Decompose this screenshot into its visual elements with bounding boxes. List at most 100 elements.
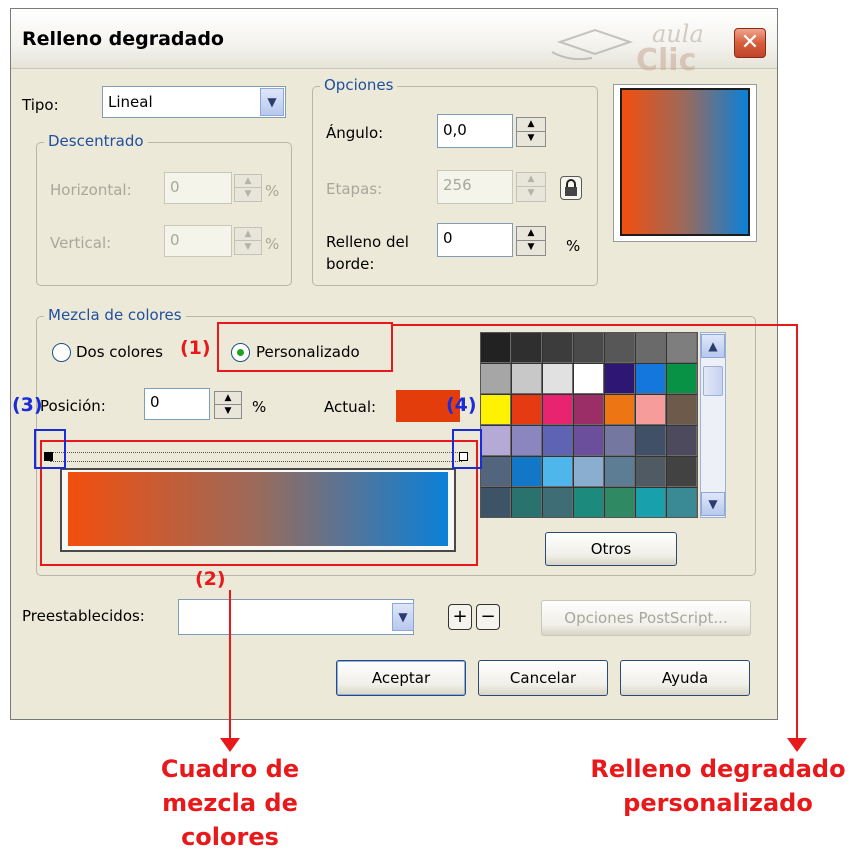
scroll-up-icon[interactable]: ▲ (701, 334, 725, 358)
etapas-spinner[interactable]: ▲ ▼ (516, 172, 546, 202)
palette-swatch[interactable] (605, 488, 635, 517)
vertical-unit: % (265, 235, 280, 253)
relleno-borde-label-2: borde: (326, 255, 375, 273)
caption-blend-line-2: colores (181, 823, 279, 851)
palette-swatch[interactable] (574, 395, 604, 425)
palette-swatch[interactable] (512, 395, 542, 425)
spin-down-icon[interactable]: ▼ (517, 241, 545, 255)
angulo-label: Ángulo: (326, 124, 384, 142)
aceptar-button[interactable]: Aceptar (336, 660, 466, 696)
palette-swatch[interactable] (543, 488, 573, 517)
descentrado-legend: Descentrado (44, 132, 148, 150)
palette-swatch[interactable] (605, 364, 635, 394)
palette-swatch[interactable] (543, 426, 573, 456)
ayuda-button[interactable]: Ayuda (620, 660, 750, 696)
lock-icon (565, 179, 577, 196)
horizontal-input[interactable]: 0 (164, 172, 232, 204)
spin-up-icon[interactable]: ▲ (517, 227, 545, 241)
angulo-input[interactable]: 0,0 (437, 114, 513, 148)
annotation-arrow-2 (220, 738, 240, 752)
postscript-options-button[interactable]: Opciones PostScript... (541, 600, 751, 636)
spin-down-icon[interactable]: ▼ (517, 187, 545, 201)
vertical-input[interactable]: 0 (164, 225, 232, 257)
spin-down-icon[interactable]: ▼ (517, 132, 545, 146)
palette-swatch[interactable] (667, 364, 697, 394)
palette-swatch[interactable] (481, 333, 511, 363)
palette-swatch[interactable] (667, 333, 697, 363)
angulo-spinner[interactable]: ▲ ▼ (516, 117, 546, 147)
preestablecidos-select[interactable] (178, 599, 414, 635)
spin-up-icon[interactable]: ▲ (235, 228, 261, 241)
palette-scrollbar[interactable] (700, 332, 726, 518)
opciones-legend: Opciones (320, 76, 398, 94)
palette-swatch[interactable] (605, 395, 635, 425)
spin-up-icon[interactable]: ▲ (517, 173, 545, 187)
descentrado-group (36, 142, 292, 286)
palette-swatch[interactable] (636, 395, 666, 425)
otros-button[interactable]: Otros (545, 532, 677, 566)
close-button[interactable]: ✕ (734, 28, 766, 58)
spin-up-icon[interactable]: ▲ (517, 118, 545, 132)
scroll-down-icon[interactable]: ▼ (701, 492, 725, 516)
palette-swatch[interactable] (667, 457, 697, 487)
palette-swatch[interactable] (636, 333, 666, 363)
palette-swatch[interactable] (481, 457, 511, 487)
posicion-spinner[interactable]: ▲ ▼ (214, 391, 242, 419)
chevron-down-icon[interactable]: ▼ (392, 603, 414, 631)
palette-swatch[interactable] (605, 457, 635, 487)
palette-swatch[interactable] (512, 488, 542, 517)
palette-swatch[interactable] (574, 364, 604, 394)
vertical-spinner[interactable]: ▲ ▼ (234, 227, 262, 255)
palette-swatch[interactable] (543, 457, 573, 487)
palette-swatch[interactable] (574, 457, 604, 487)
palette-swatch[interactable] (667, 395, 697, 425)
remove-preset-icon[interactable]: − (476, 604, 500, 630)
palette-swatch[interactable] (667, 488, 697, 517)
palette-swatch[interactable] (512, 333, 542, 363)
add-preset-icon[interactable]: + (448, 604, 472, 630)
lock-button[interactable] (560, 176, 582, 200)
posicion-input[interactable]: 0 (144, 388, 210, 420)
palette-swatch[interactable] (636, 457, 666, 487)
dos-colores-radio[interactable] (52, 343, 71, 362)
palette-swatch[interactable] (574, 488, 604, 517)
palette-swatch[interactable] (605, 333, 635, 363)
annotation-line-1h (393, 324, 797, 326)
palette-swatch[interactable] (512, 457, 542, 487)
palette-swatch[interactable] (481, 364, 511, 394)
palette-swatch[interactable] (667, 426, 697, 456)
cancelar-button[interactable]: Cancelar (478, 660, 608, 696)
spin-up-icon[interactable]: ▲ (215, 392, 241, 405)
aulaclic-watermark: aula Clic (551, 20, 704, 74)
spin-down-icon[interactable]: ▼ (235, 241, 261, 254)
tipo-select[interactable]: Lineal (102, 86, 286, 118)
chevron-down-icon[interactable]: ▼ (260, 88, 284, 116)
etapas-label: Etapas: (326, 180, 383, 198)
spin-down-icon[interactable]: ▼ (215, 405, 241, 418)
relleno-borde-input[interactable]: 0 (437, 223, 513, 257)
posicion-unit: % (252, 398, 267, 416)
palette-swatch[interactable] (574, 426, 604, 456)
palette-swatch[interactable] (636, 426, 666, 456)
palette-swatch[interactable] (481, 488, 511, 517)
palette-swatch[interactable] (481, 395, 511, 425)
relleno-borde-spinner[interactable]: ▲ ▼ (516, 226, 546, 256)
palette-swatch[interactable] (636, 364, 666, 394)
color-palette[interactable] (480, 332, 698, 518)
scroll-thumb[interactable] (703, 366, 723, 396)
palette-swatch[interactable] (574, 333, 604, 363)
palette-swatch[interactable] (512, 364, 542, 394)
palette-swatch[interactable] (543, 364, 573, 394)
etapas-input[interactable]: 256 (437, 170, 513, 204)
annotation-line-2 (229, 590, 231, 742)
palette-swatch[interactable] (636, 488, 666, 517)
palette-swatch[interactable] (512, 426, 542, 456)
palette-swatch[interactable] (543, 395, 573, 425)
horizontal-spinner[interactable]: ▲ ▼ (234, 174, 262, 202)
palette-swatch[interactable] (481, 426, 511, 456)
spin-down-icon[interactable]: ▼ (235, 188, 261, 201)
spin-up-icon[interactable]: ▲ (235, 175, 261, 188)
palette-swatch[interactable] (543, 333, 573, 363)
dos-colores-label[interactable]: Dos colores (76, 343, 163, 361)
palette-swatch[interactable] (605, 426, 635, 456)
